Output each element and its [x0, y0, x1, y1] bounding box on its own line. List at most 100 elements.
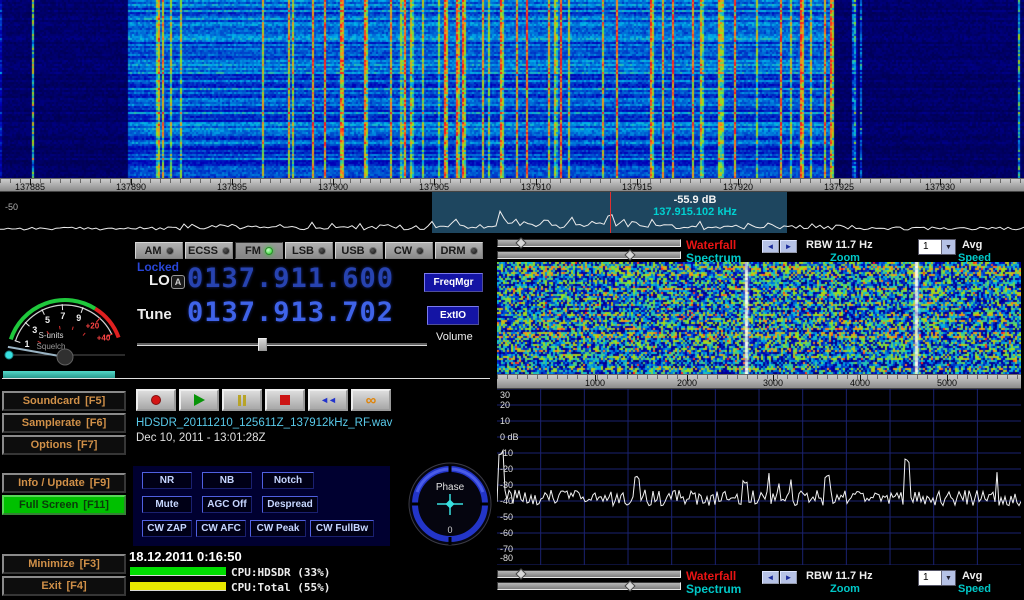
cursor-readout: -55.9 dB 137.915.102 kHz: [625, 194, 765, 218]
rbw-decrease-button[interactable]: ◄: [762, 240, 779, 253]
playback-file-date: Dec 10, 2011 - 13:01:28Z: [136, 432, 266, 444]
mode-button-ecss[interactable]: ECSS: [185, 242, 233, 259]
mode-button-fm[interactable]: FM: [235, 242, 283, 259]
spectrum-tab[interactable]: Spectrum: [686, 583, 741, 595]
audio-waterfall-display[interactable]: [497, 262, 1021, 374]
cpu-total-bar: [130, 582, 226, 591]
mode-button-cw[interactable]: CW: [385, 242, 433, 259]
svg-text:+20: +20: [86, 322, 100, 331]
rbw-decrease-button[interactable]: ◄: [762, 571, 779, 584]
slider-thumb[interactable]: [624, 580, 635, 591]
nb-button[interactable]: NB: [202, 472, 252, 489]
waterfall-brightness-slider[interactable]: [497, 239, 681, 247]
nr-button[interactable]: NR: [142, 472, 192, 489]
cpu-hdsdr-bar: [130, 567, 226, 576]
svg-text:7: 7: [60, 311, 65, 321]
tune-cursor-line: [610, 192, 611, 233]
avg-dropdown[interactable]: 1 ▼: [918, 239, 956, 255]
mode-button-usb[interactable]: USB: [335, 242, 383, 259]
cw-afc-button[interactable]: CW AFC: [196, 520, 246, 537]
db-tick-label: -60: [500, 528, 513, 538]
meter-over-labels: +20 +40: [86, 322, 111, 343]
avg-label: Avg: [962, 239, 982, 251]
mode-led-icon: [265, 247, 273, 255]
fullscreen-button[interactable]: Full Screen[F11]: [2, 495, 126, 515]
volume-slider-track[interactable]: [137, 343, 427, 346]
cpu-total-label: CPU:Total (55%): [231, 581, 330, 594]
extio-button[interactable]: ExtIO: [427, 306, 479, 325]
level-meter-fill: [3, 371, 115, 378]
rewind-button[interactable]: ◄◄: [308, 389, 348, 411]
db-tick-label: 0 dB: [500, 432, 519, 442]
slider-thumb[interactable]: [624, 249, 635, 260]
record-button[interactable]: [136, 389, 176, 411]
waterfall-tab[interactable]: Waterfall: [686, 239, 736, 251]
waterfall-contrast-slider[interactable]: [497, 582, 681, 590]
cw-fullbw-button[interactable]: CW FullBw: [310, 520, 374, 537]
record-icon: [151, 395, 161, 405]
waterfall-brightness-slider[interactable]: [497, 570, 681, 578]
main-waterfall-display[interactable]: [0, 0, 1024, 178]
stop-button[interactable]: [265, 389, 305, 411]
db-tick-label: -40: [500, 496, 513, 506]
avg-dropdown[interactable]: 1 ▼: [918, 570, 956, 586]
mode-button-lsb[interactable]: LSB: [285, 242, 333, 259]
agc-button[interactable]: AGC Off: [202, 496, 252, 513]
rbw-increase-button[interactable]: ►: [780, 571, 797, 584]
options-button[interactable]: Options[F7]: [2, 435, 126, 455]
waterfall-contrast-slider[interactable]: [497, 251, 681, 259]
freq-tick: [773, 375, 774, 381]
lo-label: LO: [149, 272, 170, 289]
s-units-label: S-units: [39, 331, 64, 340]
audio-frequency-ruler[interactable]: 10002000300040005000: [497, 374, 1021, 389]
minimize-button[interactable]: Minimize[F3]: [2, 554, 126, 574]
mini-spectrum-trace: [0, 192, 1024, 233]
play-icon: [194, 394, 205, 406]
main-spectrum-strip[interactable]: -50 -55.9 dB 137.915.102 kHz: [0, 192, 1024, 233]
rbw-increase-button[interactable]: ►: [780, 240, 797, 253]
freqmgr-button[interactable]: FreqMgr: [424, 273, 483, 292]
main-frequency-ruler[interactable]: 1378851378901378951379001379051379101379…: [0, 178, 1024, 192]
play-button[interactable]: [179, 389, 219, 411]
freq-tick: [738, 179, 739, 185]
mode-led-icon: [166, 247, 174, 255]
notch-button[interactable]: Notch: [262, 472, 314, 489]
waterfall-tab[interactable]: Waterfall: [686, 570, 736, 582]
mode-led-icon: [470, 247, 478, 255]
despread-button[interactable]: Despread: [262, 496, 318, 513]
info-update-button[interactable]: Info / Update[F9]: [2, 473, 126, 493]
freq-tick: [536, 179, 537, 185]
mode-button-drm[interactable]: DRM: [435, 242, 483, 259]
squelch-slider-thumb[interactable]: [5, 351, 13, 359]
slider-thumb[interactable]: [515, 237, 526, 248]
cursor-freq-readout: 137.915.102 kHz: [625, 206, 765, 218]
meter-needle-hub: [57, 349, 73, 365]
freq-tick: [333, 179, 334, 185]
freq-tick: [860, 375, 861, 381]
slider-thumb[interactable]: [515, 568, 526, 579]
lo-frequency-display[interactable]: 0137.911.600: [187, 264, 394, 294]
pause-button[interactable]: [222, 389, 262, 411]
soundcard-button[interactable]: Soundcard[F5]: [2, 391, 126, 411]
audio-spectrum-display[interactable]: 3020100 dB-10-20-30-40-50-60-70-80: [497, 389, 1021, 565]
loop-button[interactable]: ∞: [351, 389, 391, 411]
mute-button[interactable]: Mute: [142, 496, 192, 513]
tune-frequency-display[interactable]: 0137.913.702: [187, 298, 394, 328]
lo-lock-badge[interactable]: A: [171, 275, 185, 289]
exit-button[interactable]: Exit[F4]: [2, 576, 126, 596]
db-axis-label: -50: [5, 202, 18, 212]
cw-peak-button[interactable]: CW Peak: [250, 520, 306, 537]
volume-slider-thumb[interactable]: [258, 338, 267, 351]
mode-button-am[interactable]: AM: [135, 242, 183, 259]
svg-text:1: 1: [24, 339, 29, 349]
svg-text:3: 3: [32, 325, 37, 335]
volume-label: Volume: [436, 331, 473, 343]
cursor-db-readout: -55.9 dB: [625, 194, 765, 206]
dropdown-arrow-icon[interactable]: ▼: [941, 571, 955, 585]
cw-zap-button[interactable]: CW ZAP: [142, 520, 192, 537]
samplerate-button[interactable]: Samplerate[F6]: [2, 413, 126, 433]
dropdown-arrow-icon[interactable]: ▼: [941, 240, 955, 254]
hdsdr-main-window: 1378851378901378951379001379051379101379…: [0, 0, 1024, 600]
freq-tick: [30, 179, 31, 185]
level-meter-track: [2, 370, 490, 379]
